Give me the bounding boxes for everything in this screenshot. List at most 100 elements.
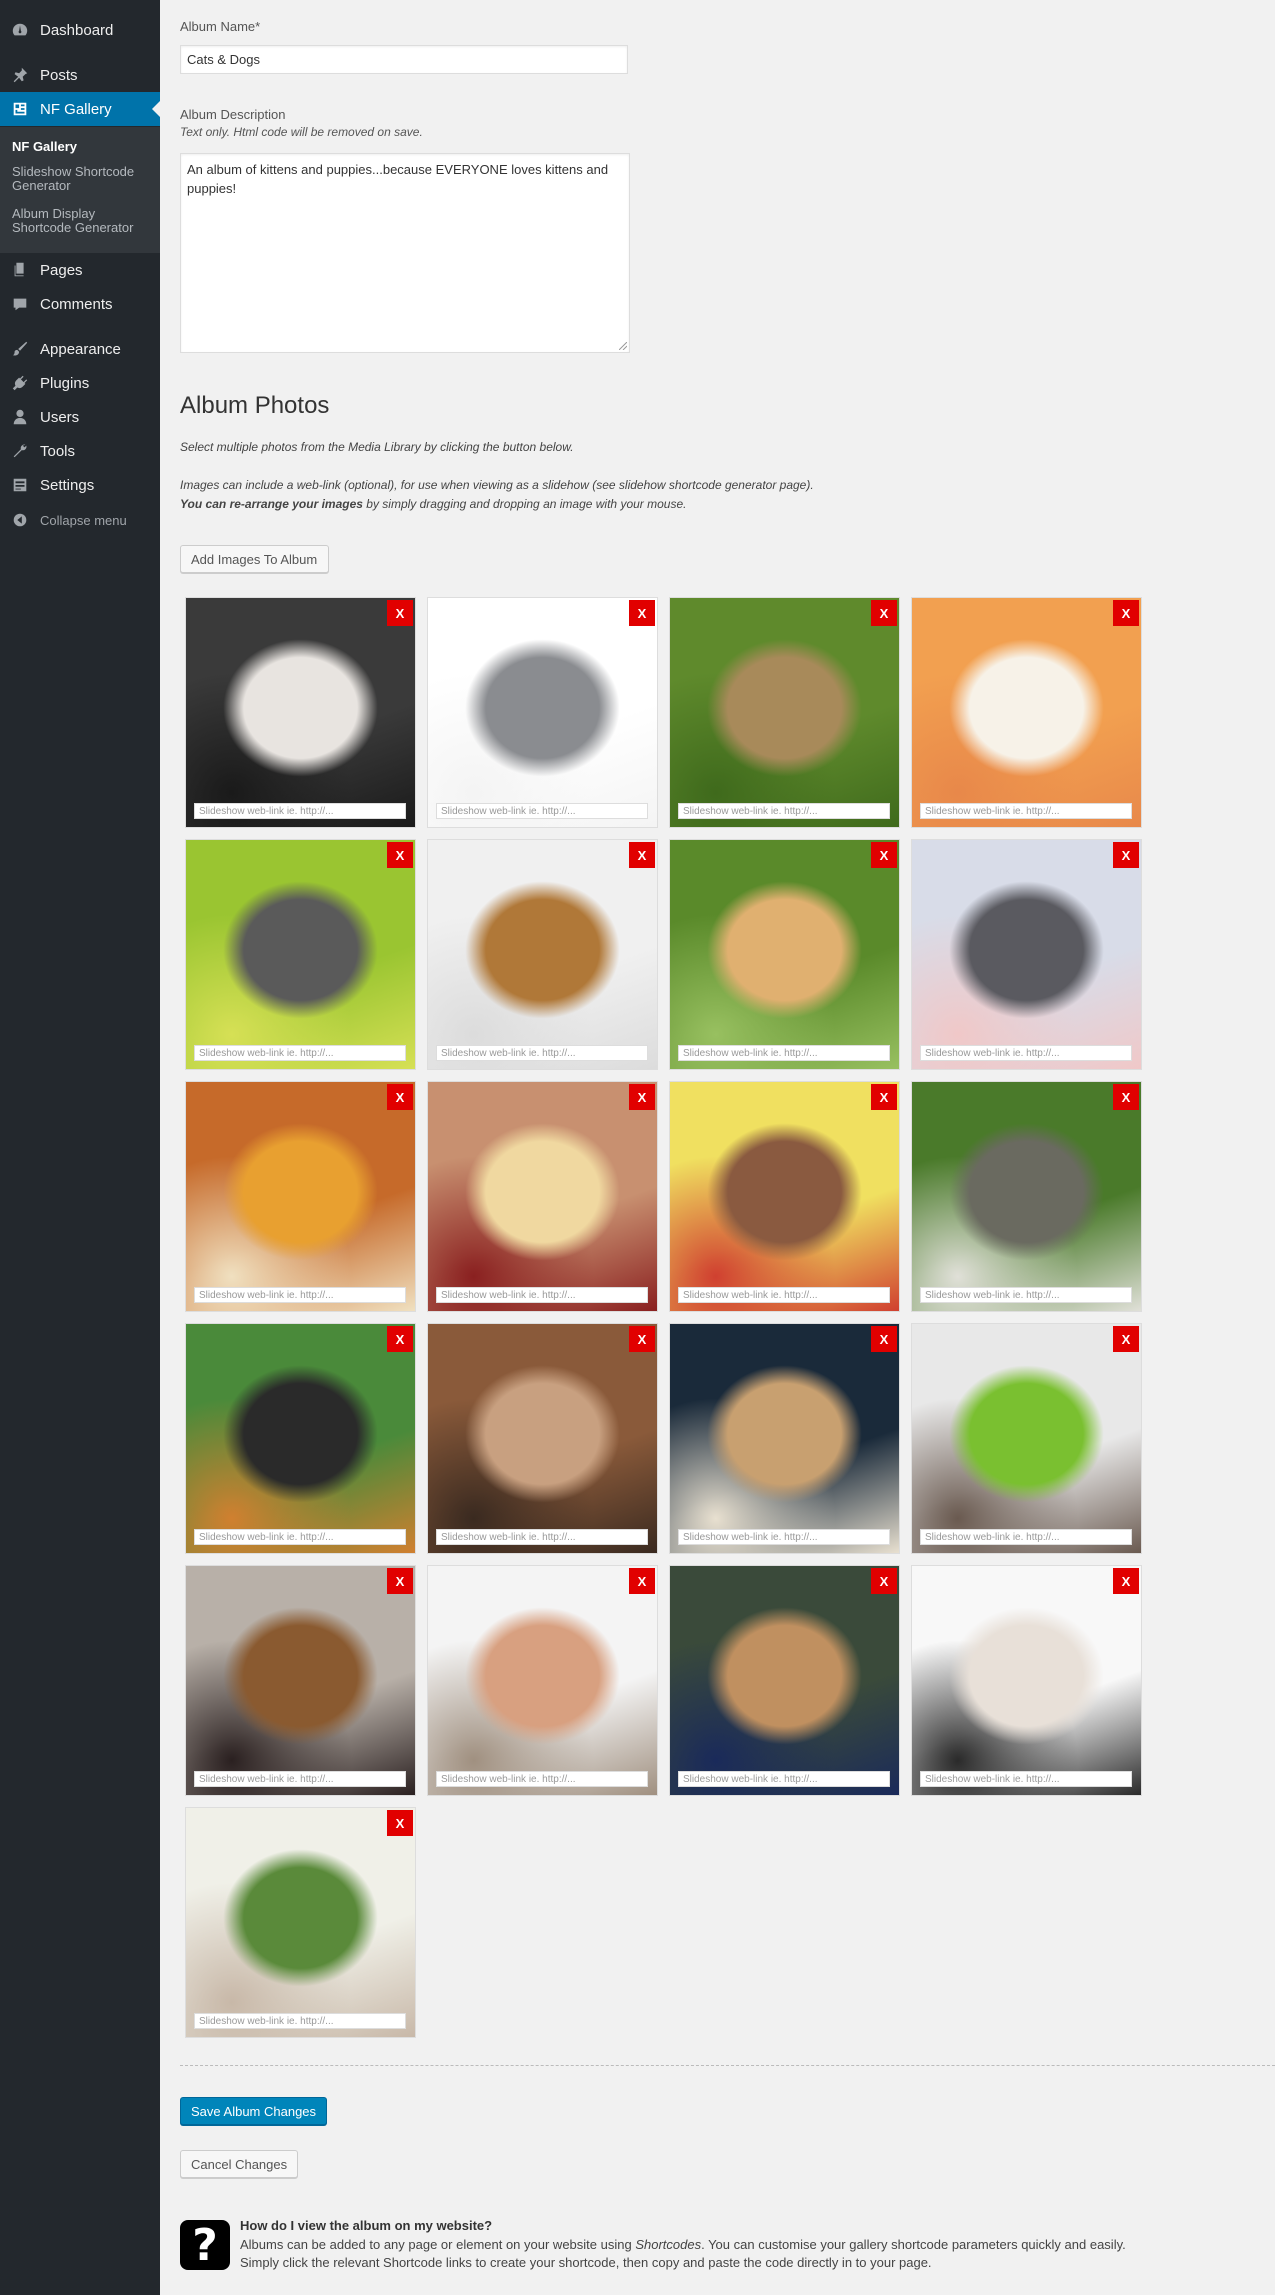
remove-photo-button[interactable]: X xyxy=(871,1326,897,1352)
remove-photo-button[interactable]: X xyxy=(871,842,897,868)
album-description-field[interactable]: An album of kittens and puppies...becaus… xyxy=(180,153,630,353)
help-line1-b: . You can customise your gallery shortco… xyxy=(701,2237,1126,2252)
photo-weblink-input[interactable] xyxy=(920,803,1132,819)
pages-icon xyxy=(0,261,40,279)
photo-weblink-input[interactable] xyxy=(678,1529,890,1545)
menu-users[interactable]: Users xyxy=(0,400,160,434)
album-photo[interactable]: X xyxy=(427,1323,658,1554)
photo-image xyxy=(186,1566,415,1795)
save-album-button[interactable]: Save Album Changes xyxy=(180,2097,328,2125)
album-description-label: Album Description xyxy=(180,107,286,122)
menu-posts[interactable]: Posts xyxy=(0,58,160,92)
remove-photo-button[interactable]: X xyxy=(871,1568,897,1594)
album-photo[interactable]: X xyxy=(911,1565,1142,1796)
remove-photo-button[interactable]: X xyxy=(629,842,655,868)
photo-image xyxy=(912,840,1141,1069)
photo-weblink-input[interactable] xyxy=(194,1529,406,1545)
cancel-changes-button[interactable]: Cancel Changes xyxy=(180,2150,299,2178)
album-photo[interactable]: X xyxy=(669,597,900,828)
remove-photo-button[interactable]: X xyxy=(1113,1326,1139,1352)
rearrange-note-bold: You can re-arrange your images xyxy=(180,497,363,511)
collapse-menu-button[interactable]: Collapse menu xyxy=(0,503,160,537)
remove-photo-button[interactable]: X xyxy=(387,1810,413,1836)
album-photo[interactable]: X xyxy=(911,597,1142,828)
album-photo[interactable]: X xyxy=(185,1565,416,1796)
remove-photo-button[interactable]: X xyxy=(629,1326,655,1352)
menu-appearance[interactable]: Appearance xyxy=(0,332,160,366)
photo-weblink-input[interactable] xyxy=(194,2013,406,2029)
photo-weblink-input[interactable] xyxy=(436,803,648,819)
photo-weblink-input[interactable] xyxy=(436,1529,648,1545)
photo-weblink-input[interactable] xyxy=(678,1287,890,1303)
album-name-field[interactable] xyxy=(180,45,628,74)
menu-tools[interactable]: Tools xyxy=(0,434,160,468)
album-photo[interactable]: X xyxy=(427,839,658,1070)
photo-weblink-input[interactable] xyxy=(194,1045,406,1061)
remove-photo-button[interactable]: X xyxy=(387,1084,413,1110)
album-photo[interactable]: X xyxy=(911,1081,1142,1312)
album-photo[interactable]: X xyxy=(185,1807,416,2038)
remove-photo-button[interactable]: X xyxy=(1113,1568,1139,1594)
photo-weblink-input[interactable] xyxy=(920,1045,1132,1061)
weblink-note-text: Images can include a web-link (optional)… xyxy=(180,478,814,492)
photo-weblink-input[interactable] xyxy=(436,1771,648,1787)
photo-weblink-input[interactable] xyxy=(678,1771,890,1787)
album-photo[interactable]: X xyxy=(185,839,416,1070)
photo-weblink-input[interactable] xyxy=(436,1287,648,1303)
photo-weblink-input[interactable] xyxy=(920,1771,1132,1787)
menu-plugins[interactable]: Plugins xyxy=(0,366,160,400)
photo-image xyxy=(912,1566,1141,1795)
photo-weblink-input[interactable] xyxy=(194,803,406,819)
remove-photo-button[interactable]: X xyxy=(871,1084,897,1110)
menu-settings[interactable]: Settings xyxy=(0,468,160,502)
album-photo[interactable]: X xyxy=(669,1081,900,1312)
photo-weblink-input[interactable] xyxy=(678,803,890,819)
gallery-submenu: NF Gallery Slideshow Shortcode Generator… xyxy=(0,127,160,253)
photo-weblink-input[interactable] xyxy=(194,1287,406,1303)
submenu-album-display-generator[interactable]: Album Display Shortcode Generator xyxy=(12,207,152,235)
album-photo[interactable]: X xyxy=(911,1323,1142,1554)
photo-weblink-input[interactable] xyxy=(194,1771,406,1787)
photo-weblink-input[interactable] xyxy=(436,1045,648,1061)
album-photo[interactable]: X xyxy=(185,1081,416,1312)
album-photo[interactable]: X xyxy=(427,597,658,828)
settings-icon xyxy=(0,476,40,494)
menu-pages-label: Pages xyxy=(40,261,83,279)
photo-weblink-input[interactable] xyxy=(920,1529,1132,1545)
photo-weblink-input[interactable] xyxy=(920,1287,1132,1303)
remove-photo-button[interactable]: X xyxy=(629,1084,655,1110)
user-icon xyxy=(0,408,40,426)
resize-grip-icon[interactable] xyxy=(619,342,627,350)
photo-image xyxy=(186,1808,415,2037)
submenu-nf-gallery[interactable]: NF Gallery xyxy=(12,140,152,154)
add-images-button[interactable]: Add Images To Album xyxy=(180,545,329,573)
album-description-text: An album of kittens and puppies...becaus… xyxy=(187,162,609,196)
help-text: Albums can be added to any page or eleme… xyxy=(240,2236,1240,2272)
photo-weblink-input[interactable] xyxy=(678,1045,890,1061)
remove-photo-button[interactable]: X xyxy=(1113,600,1139,626)
remove-photo-button[interactable]: X xyxy=(387,600,413,626)
submenu-slideshow-generator[interactable]: Slideshow Shortcode Generator xyxy=(12,165,152,193)
album-photo[interactable]: X xyxy=(669,1323,900,1554)
remove-photo-button[interactable]: X xyxy=(629,1568,655,1594)
album-photo[interactable]: X xyxy=(427,1081,658,1312)
remove-photo-button[interactable]: X xyxy=(387,1568,413,1594)
album-photo[interactable]: X xyxy=(669,839,900,1070)
album-photo[interactable]: X xyxy=(185,597,416,828)
album-photo[interactable]: X xyxy=(185,1323,416,1554)
remove-photo-button[interactable]: X xyxy=(387,1326,413,1352)
menu-comments[interactable]: Comments xyxy=(0,287,160,321)
album-photo[interactable]: X xyxy=(427,1565,658,1796)
album-photo[interactable]: X xyxy=(669,1565,900,1796)
menu-pages[interactable]: Pages xyxy=(0,253,160,287)
menu-comments-label: Comments xyxy=(40,295,113,313)
remove-photo-button[interactable]: X xyxy=(1113,842,1139,868)
remove-photo-button[interactable]: X xyxy=(387,842,413,868)
album-photo[interactable]: X xyxy=(911,839,1142,1070)
menu-dashboard[interactable]: Dashboard xyxy=(0,13,160,47)
remove-photo-button[interactable]: X xyxy=(871,600,897,626)
remove-photo-button[interactable]: X xyxy=(629,600,655,626)
remove-photo-button[interactable]: X xyxy=(1113,1084,1139,1110)
menu-appearance-label: Appearance xyxy=(40,340,121,358)
menu-nf-gallery[interactable]: NF Gallery xyxy=(0,92,160,126)
